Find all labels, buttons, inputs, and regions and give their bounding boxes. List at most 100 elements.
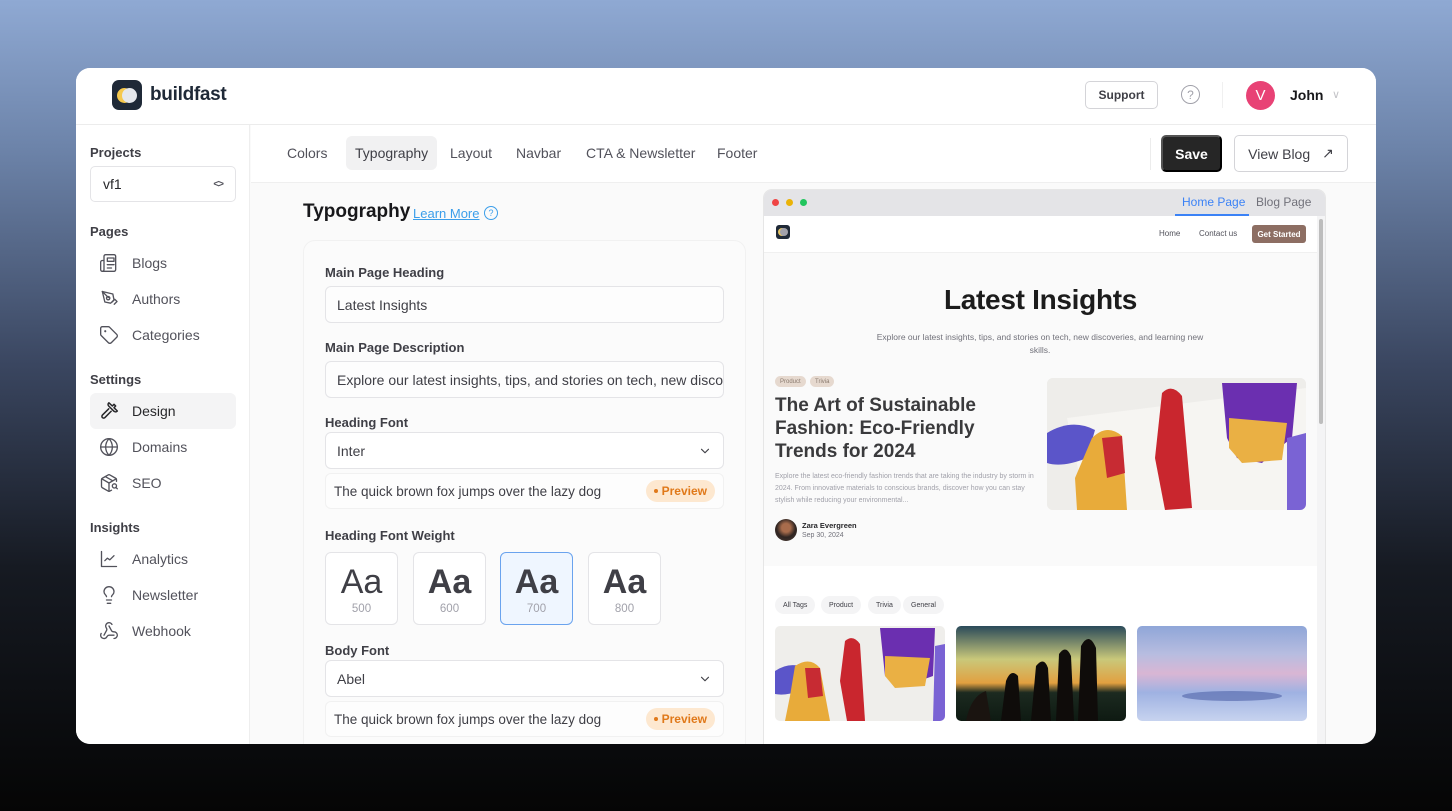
tab-footer[interactable]: Footer — [708, 136, 766, 170]
tab-typography[interactable]: Typography — [346, 136, 438, 170]
save-button[interactable]: Save — [1161, 135, 1222, 172]
project-value: vf1 — [103, 176, 122, 192]
preview-hero-description: Explore our latest insights, tips, and s… — [876, 332, 1204, 355]
tab-colors[interactable]: Colors — [278, 136, 336, 170]
tab-layout[interactable]: Layout — [441, 136, 501, 170]
heading-font-label: Heading Font — [325, 415, 409, 430]
line-chart-icon — [98, 548, 120, 570]
section-title-insights: Insights — [90, 520, 140, 535]
weight-value: 700 — [526, 602, 547, 615]
weight-value: 500 — [351, 602, 372, 615]
preview-post-thumbnail[interactable] — [1137, 626, 1307, 721]
sidebar-item-authors[interactable]: Authors — [90, 281, 236, 317]
weight-option-500[interactable]: Aa 500 — [325, 552, 398, 625]
tab-navbar[interactable]: Navbar — [507, 136, 570, 170]
tag-icon — [98, 324, 120, 346]
window-close-dot — [772, 199, 779, 206]
learn-more-link[interactable]: Learn More — [413, 206, 479, 221]
pen-nib-icon — [98, 288, 120, 310]
heading-font-value: Inter — [337, 442, 366, 459]
preview-tag[interactable]: Product — [775, 376, 806, 387]
preview-filter-chip[interactable]: All Tags — [775, 596, 816, 614]
app-window: buildfast Support ? V John ∨ Projects vf… — [76, 68, 1376, 744]
body-font-preview: The quick brown fox jumps over the lazy … — [325, 701, 724, 737]
webhook-icon — [98, 620, 120, 642]
preview-logo-icon — [776, 225, 790, 239]
site-preview-window: Home Page Blog Page Home Contact us Get … — [764, 190, 1325, 744]
sidebar-item-label: Newsletter — [132, 587, 199, 603]
heading-preview-text: The quick brown fox jumps over the lazy … — [334, 483, 602, 499]
preview-filter-chip[interactable]: Trivia — [868, 596, 901, 614]
section-title-settings: Settings — [90, 372, 142, 387]
preview-filter-chip[interactable]: Product — [821, 596, 862, 614]
preview-author-avatar — [775, 519, 797, 541]
divider — [1222, 82, 1223, 108]
window-maximize-dot — [800, 199, 807, 206]
newspaper-icon — [98, 252, 120, 274]
sidebar-item-webhook[interactable]: Webhook — [90, 613, 236, 649]
help-circle-icon[interactable]: ? — [484, 206, 498, 220]
view-blog-label: View Blog — [1248, 145, 1311, 162]
paintbrush-icon — [98, 400, 120, 422]
main-heading-label: Main Page Heading — [325, 265, 445, 280]
body-font-select[interactable]: Abel — [325, 660, 724, 697]
sidebar-item-label: Blogs — [132, 255, 168, 271]
preview-tag[interactable]: Trivia — [810, 376, 835, 387]
brand-logo[interactable]: buildfast — [112, 80, 227, 110]
main-description-label: Main Page Description — [325, 340, 465, 355]
preview-scrollbar[interactable] — [1317, 216, 1325, 744]
sidebar: Projects vf1 <> Pages Blogs Authors Cate… — [76, 125, 250, 744]
preview-get-started-button[interactable]: Get Started — [1252, 225, 1306, 243]
preview-post-thumbnail[interactable] — [956, 626, 1126, 721]
sidebar-item-seo[interactable]: SEO — [90, 465, 236, 501]
preview-featured-image[interactable] — [1047, 378, 1306, 510]
logo-icon — [112, 80, 142, 110]
sidebar-item-design[interactable]: Design — [90, 393, 236, 429]
weight-option-700[interactable]: Aa 700 — [500, 552, 573, 625]
weight-sample: Aa — [514, 562, 559, 601]
preview-tab-blog[interactable]: Blog Page — [1256, 195, 1311, 209]
heading-font-select[interactable]: Inter — [325, 432, 724, 469]
preview-author-name: Zara Evergreen — [802, 521, 857, 530]
preview-content: Home Contact us Get Started Latest Insig… — [764, 216, 1317, 744]
brand-name: buildfast — [150, 84, 227, 105]
sidebar-item-analytics[interactable]: Analytics — [90, 541, 236, 577]
weight-sample: Aa — [427, 562, 472, 601]
body-font-label: Body Font — [325, 643, 390, 658]
preview-nav-home[interactable]: Home — [1159, 229, 1180, 238]
projects-title: Projects — [90, 145, 142, 160]
user-avatar[interactable]: V — [1246, 81, 1275, 110]
project-selector[interactable]: vf1 <> — [90, 166, 236, 202]
settings-tabs: Colors Typography Layout Navbar CTA & Ne… — [251, 125, 1376, 183]
main-description-input[interactable]: Explore our latest insights, tips, and s… — [325, 361, 724, 398]
lightbulb-icon — [98, 584, 120, 606]
view-blog-button[interactable]: View Blog ↗ — [1234, 135, 1348, 172]
preview-post-thumbnail[interactable] — [775, 626, 945, 721]
sidebar-item-blogs[interactable]: Blogs — [90, 245, 236, 281]
section-title-pages: Pages — [90, 224, 129, 239]
user-name[interactable]: John — [1290, 87, 1323, 103]
preview-nav-contact[interactable]: Contact us — [1199, 229, 1237, 238]
preview-filter-chip[interactable]: General — [903, 596, 944, 614]
weight-option-800[interactable]: Aa 800 — [588, 552, 661, 625]
preview-featured-title[interactable]: The Art of Sustainable Fashion: Eco-Frie… — [775, 394, 1040, 463]
help-icon[interactable]: ? — [1181, 85, 1200, 104]
weight-value: 600 — [439, 602, 460, 615]
sidebar-item-domains[interactable]: Domains — [90, 429, 236, 465]
preview-titlebar: Home Page Blog Page — [764, 190, 1325, 216]
preview-hero-title: Latest Insights — [943, 284, 1138, 315]
tab-cta-newsletter[interactable]: CTA & Newsletter — [577, 136, 704, 170]
body-font-value: Abel — [337, 670, 366, 687]
top-bar: buildfast Support ? V John ∨ — [76, 68, 1376, 125]
sidebar-item-label: Domains — [132, 439, 188, 455]
sidebar-item-newsletter[interactable]: Newsletter — [90, 577, 236, 613]
sidebar-item-categories[interactable]: Categories — [90, 317, 236, 353]
chevron-down-icon[interactable]: ∨ — [1332, 88, 1340, 101]
globe-icon — [98, 436, 120, 458]
support-button[interactable]: Support — [1085, 81, 1158, 109]
preview-tab-home[interactable]: Home Page — [1182, 195, 1245, 209]
external-link-icon: ↗ — [1322, 145, 1334, 161]
weight-option-600[interactable]: Aa 600 — [413, 552, 486, 625]
preview-navbar: Home Contact us Get Started — [764, 216, 1317, 253]
main-heading-input[interactable]: Latest Insights — [325, 286, 724, 323]
